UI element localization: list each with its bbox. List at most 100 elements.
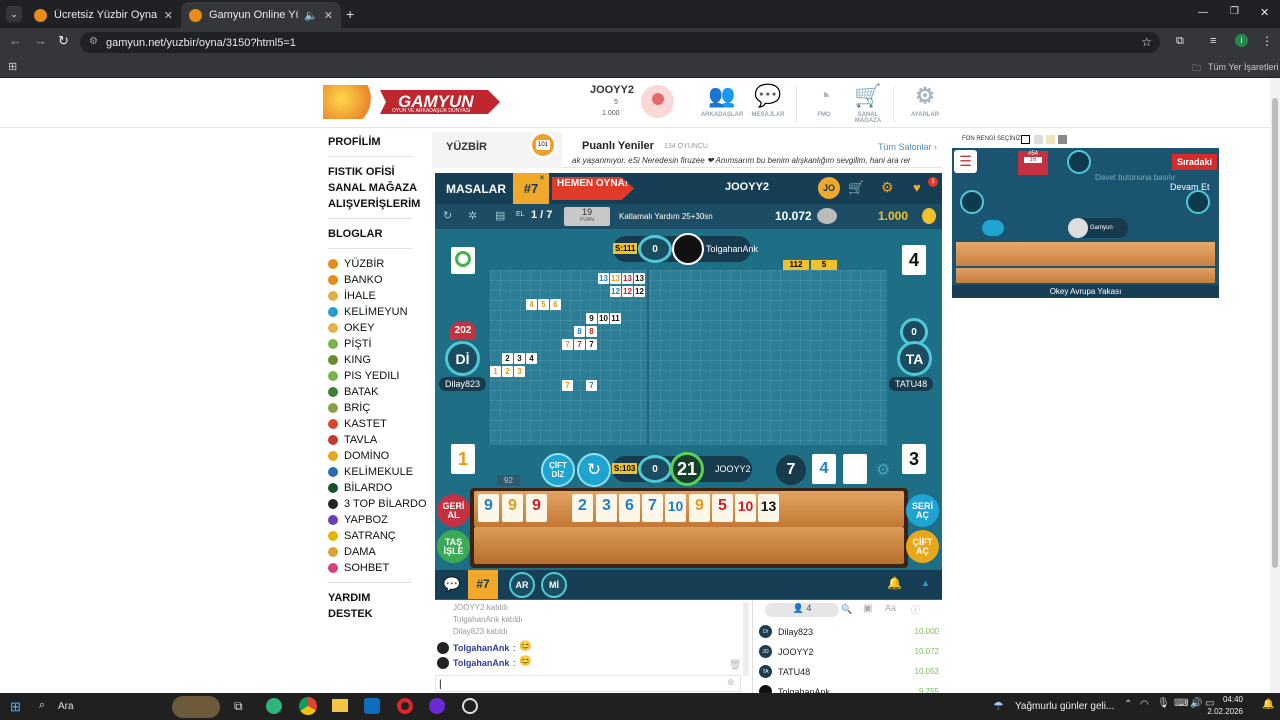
left-discard-card[interactable]: 1 [451,444,475,474]
close-tab-icon[interactable]: ✕ [164,9,173,22]
left-player-avatar[interactable]: Dİ [445,341,480,376]
game-link-bri-[interactable]: BRİÇ [328,402,370,414]
rack-tile[interactable]: 9 [478,494,499,522]
address-bar[interactable]: ⚙ gamyun.net/yuzbir/oyna/3150?html5=1 ☆ [80,32,1160,53]
search-icon[interactable]: ⌕ [39,699,45,712]
app-icon[interactable] [429,698,445,714]
chat-icon[interactable]: 💬 [443,576,460,593]
clear-input-icon[interactable]: ⊗ [727,677,735,688]
game-link-pis-yedili[interactable]: PIS YEDILI [328,370,399,382]
bg-swatch-gray[interactable] [1034,135,1043,144]
game-link-domi-no[interactable]: DOMİNO [328,450,389,462]
volume-icon[interactable]: 🔊 [1190,698,1202,709]
seat-circle[interactable] [960,190,984,214]
nav-settings[interactable]: ⚙ AYARLAR [905,84,945,119]
pile-tile[interactable]: 4 [812,454,836,484]
menu-bloglar[interactable]: BLOGLAR [328,228,382,240]
nav-store[interactable]: 🛒 SANAL MAĞAZA [845,84,891,125]
scroll-thumb[interactable] [1272,98,1278,568]
info-icon[interactable]: ⓘ [911,603,920,616]
header-username[interactable]: JOOYY2 [590,84,634,96]
rack-tile[interactable]: 7 [642,494,663,522]
left-player-name[interactable]: Dilay823 [439,377,487,391]
chat-user[interactable]: TolgahanAnk [453,658,509,668]
bookmark-star-icon[interactable]: ☆ [1141,35,1152,49]
discard-button[interactable]: TAŞ İŞLE [437,530,470,563]
game-link-keli-meyun[interactable]: KELİMEYUN [328,306,408,318]
my-name[interactable]: JOOYY2 [715,464,751,474]
game-link-dama[interactable]: DAMA [328,546,376,558]
game-link-satran-[interactable]: SATRANÇ [328,530,396,542]
jester-logo-icon[interactable] [323,85,385,119]
table-settings-gear-icon[interactable]: ⚙ [876,460,890,480]
file-explorer-icon[interactable] [332,699,348,712]
user-avatar[interactable] [641,85,674,118]
forward-icon[interactable]: → [34,33,47,48]
game-link-keli-mekule[interactable]: KELİMEKULE [328,466,413,478]
favorites-heart-icon[interactable]: ♥ [913,180,921,195]
search-icon[interactable]: 🔍 [841,604,852,615]
shop-cart-icon[interactable]: 🛒 [848,180,864,196]
settings-gear-icon[interactable]: ⚙ [881,179,894,196]
right-top-card[interactable]: 4 [902,245,926,275]
obs-icon[interactable] [462,698,478,714]
taskbar-search[interactable]: Ara [58,701,74,712]
tables-button[interactable]: MASALAR [446,182,506,196]
nav-messages[interactable]: 💬 MESAJLAR [748,84,788,119]
apps-grid-icon[interactable]: ⊞ [8,60,17,73]
menu-profile[interactable]: PROFİLİM [328,136,381,148]
chat-tab-table[interactable]: #7 [468,570,498,599]
bg-swatch-cream[interactable] [1046,135,1055,144]
seat-circle[interactable] [1186,190,1210,214]
rack-tile[interactable]: 13 [758,494,779,522]
rack-tile[interactable]: 5 [712,494,733,522]
tab-yuzbir-salon[interactable]: Ücretsiz Yüzbir Oyna - Salon Li ✕ [26,2,181,28]
bg-swatch-dark[interactable] [1058,135,1067,144]
rack-tile[interactable]: 10 [735,494,756,522]
audio-icon[interactable]: 🔈 [304,9,318,22]
player-row[interactable]: Di Dilay823 10.000 [759,625,939,638]
tab-gamyun-online[interactable]: Gamyun Online Yüzbir 🔈 ✕ [181,2,341,28]
menu-sanal-magaza[interactable]: SANAL MAĞAZA [328,182,417,194]
clock-time[interactable]: 04:40 [1213,695,1243,704]
menu-kebab-icon[interactable]: ⋮ [1261,34,1273,48]
network-icon[interactable]: ⌨ [1174,698,1188,709]
windows-start-icon[interactable]: ⊞ [10,699,21,715]
nav-fmo[interactable]: ◔ FMO [805,84,843,119]
page-scrollbar[interactable] [1270,78,1280,693]
clock-date[interactable]: 2.02.2026 [1203,707,1243,716]
top-player-avatar[interactable] [672,233,704,265]
profile-avatar[interactable]: i [1235,34,1248,47]
game-link-yapboz[interactable]: YAPBOZ [328,514,388,526]
close-table-icon[interactable]: ✕ [539,174,545,182]
hamburger-menu-icon[interactable]: ☰ [954,150,977,173]
rack-tile[interactable]: 9 [689,494,710,522]
game-link-king[interactable]: KING [328,354,371,366]
open-series-button[interactable]: SERİ AÇ [906,494,939,527]
task-view-icon[interactable]: ⧉ [234,699,243,714]
notifications-icon[interactable]: 🔔 [1262,699,1274,710]
wifi-icon[interactable]: ◠ [1140,699,1149,710]
menu-alisverislerim[interactable]: ALIŞVERİŞLERİM [328,198,420,210]
seat-circle[interactable] [1067,150,1091,174]
draw-pile[interactable] [843,454,867,484]
game-link-okey[interactable]: OKEY [328,322,375,334]
game-link-y-zbi-r[interactable]: YÜZBİR [328,258,384,270]
mic-icon[interactable]: 🎙 [1157,698,1170,709]
rack-tile[interactable]: 6 [619,494,640,522]
site-info-icon[interactable]: ⚙ [89,36,98,47]
collapse-icon[interactable]: ▲ [921,578,930,588]
rack-tile[interactable]: 10 [665,494,686,522]
player-row[interactable]: JO JOOYY2 10.072 [759,645,939,658]
weather-text[interactable]: Yağmurlu günler geli... [1015,701,1114,712]
sort-refresh-button[interactable]: ↻ [577,453,611,487]
bell-icon[interactable]: 🔔 [887,576,902,590]
game-link-i-hale[interactable]: İHALE [328,290,376,302]
chat-scrollbar[interactable] [743,602,749,676]
play-now-button[interactable]: HEMEN OYNA! [552,177,634,200]
search-highlight-icon[interactable] [172,696,220,718]
game-username[interactable]: JOOYY2 [725,181,769,193]
chat-input[interactable]: | [435,675,741,692]
all-rooms-link[interactable]: Tüm Salonlar › [878,142,937,152]
bg-swatch-white[interactable] [1021,135,1030,144]
